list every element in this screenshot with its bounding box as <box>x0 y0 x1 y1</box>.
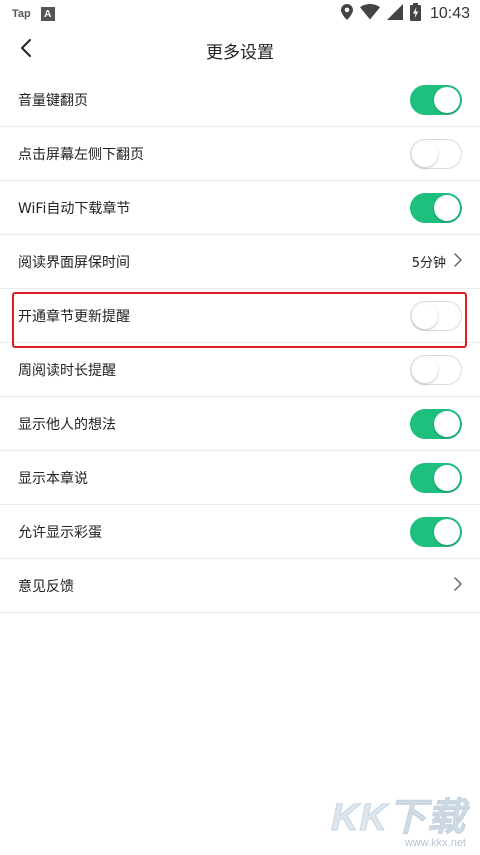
toggle-knob <box>434 86 460 113</box>
screensaver-time-value: 5分钟 <box>411 256 446 271</box>
back-button[interactable] <box>12 36 40 64</box>
signal-icon <box>386 4 403 24</box>
toggle-knob <box>434 518 460 545</box>
toggle-knob <box>434 410 460 437</box>
watermark-logo: KK下载 <box>331 797 466 840</box>
toggle-knob <box>412 302 438 329</box>
setting-label: 意见反馈 <box>18 578 74 595</box>
setting-show-chapter-comments: 显示本章说 <box>0 451 480 505</box>
setting-feedback[interactable]: 意见反馈 <box>0 559 480 613</box>
chapter-update-reminder-toggle[interactable] <box>410 300 462 331</box>
screensaver-value-wrap: 5分钟 <box>412 252 462 271</box>
location-icon <box>340 4 353 24</box>
setting-volume-key-page-turn: 音量键翻页 <box>0 73 480 127</box>
setting-show-others-thoughts: 显示他人的想法 <box>0 397 480 451</box>
toggle-knob <box>434 194 460 221</box>
setting-tap-left-page-down: 点击屏幕左侧下翻页 <box>0 127 480 181</box>
status-bar: Tap A 10:43 <box>0 0 480 28</box>
chevron-left-icon <box>20 38 32 62</box>
page-title: 更多设置 <box>206 42 274 63</box>
setting-weekly-reading-reminder: 周阅读时长提醒 <box>0 343 480 397</box>
chevron-right-icon <box>454 576 462 595</box>
toggle-knob <box>412 356 438 383</box>
settings-list: 音量键翻页 点击屏幕左侧下翻页 WiFi自动下载章节 阅读界面屏保时间 5分钟 … <box>0 73 480 613</box>
tap-left-page-down-toggle[interactable] <box>410 138 462 169</box>
setting-label: 音量键翻页 <box>18 92 88 109</box>
setting-label: WiFi自动下载章节 <box>18 200 131 217</box>
status-app-name: Tap <box>12 8 31 20</box>
setting-label: 允许显示彩蛋 <box>18 524 102 541</box>
chevron-right-icon <box>454 252 462 271</box>
allow-easter-eggs-toggle[interactable] <box>410 516 462 547</box>
setting-chapter-update-reminder: 开通章节更新提醒 <box>0 289 480 343</box>
battery-charging-icon <box>409 3 421 25</box>
status-bar-right: 10:43 <box>340 3 470 25</box>
weekly-reading-reminder-toggle[interactable] <box>410 354 462 385</box>
show-chapter-comments-toggle[interactable] <box>410 462 462 493</box>
setting-label: 周阅读时长提醒 <box>18 362 116 379</box>
wifi-auto-download-toggle[interactable] <box>410 192 462 223</box>
setting-label: 显示他人的想法 <box>18 416 116 433</box>
toggle-knob <box>434 464 460 491</box>
show-others-thoughts-toggle[interactable] <box>410 408 462 439</box>
setting-screensaver-time[interactable]: 阅读界面屏保时间 5分钟 <box>0 235 480 289</box>
toggle-knob <box>412 140 438 167</box>
setting-label: 点击屏幕左侧下翻页 <box>18 146 144 163</box>
status-time: 10:43 <box>429 5 470 22</box>
watermark: KK下载 www.kkx.net <box>331 786 466 850</box>
volume-key-page-turn-toggle[interactable] <box>410 84 462 115</box>
status-app-icon: A <box>40 7 55 21</box>
setting-label: 开通章节更新提醒 <box>18 308 130 325</box>
setting-wifi-auto-download: WiFi自动下载章节 <box>0 181 480 235</box>
status-bar-left: Tap A <box>12 7 55 21</box>
header: 更多设置 <box>0 28 480 72</box>
setting-allow-easter-eggs: 允许显示彩蛋 <box>0 505 480 559</box>
wifi-icon <box>359 4 380 24</box>
setting-label: 阅读界面屏保时间 <box>18 254 130 271</box>
setting-label: 显示本章说 <box>18 470 88 487</box>
